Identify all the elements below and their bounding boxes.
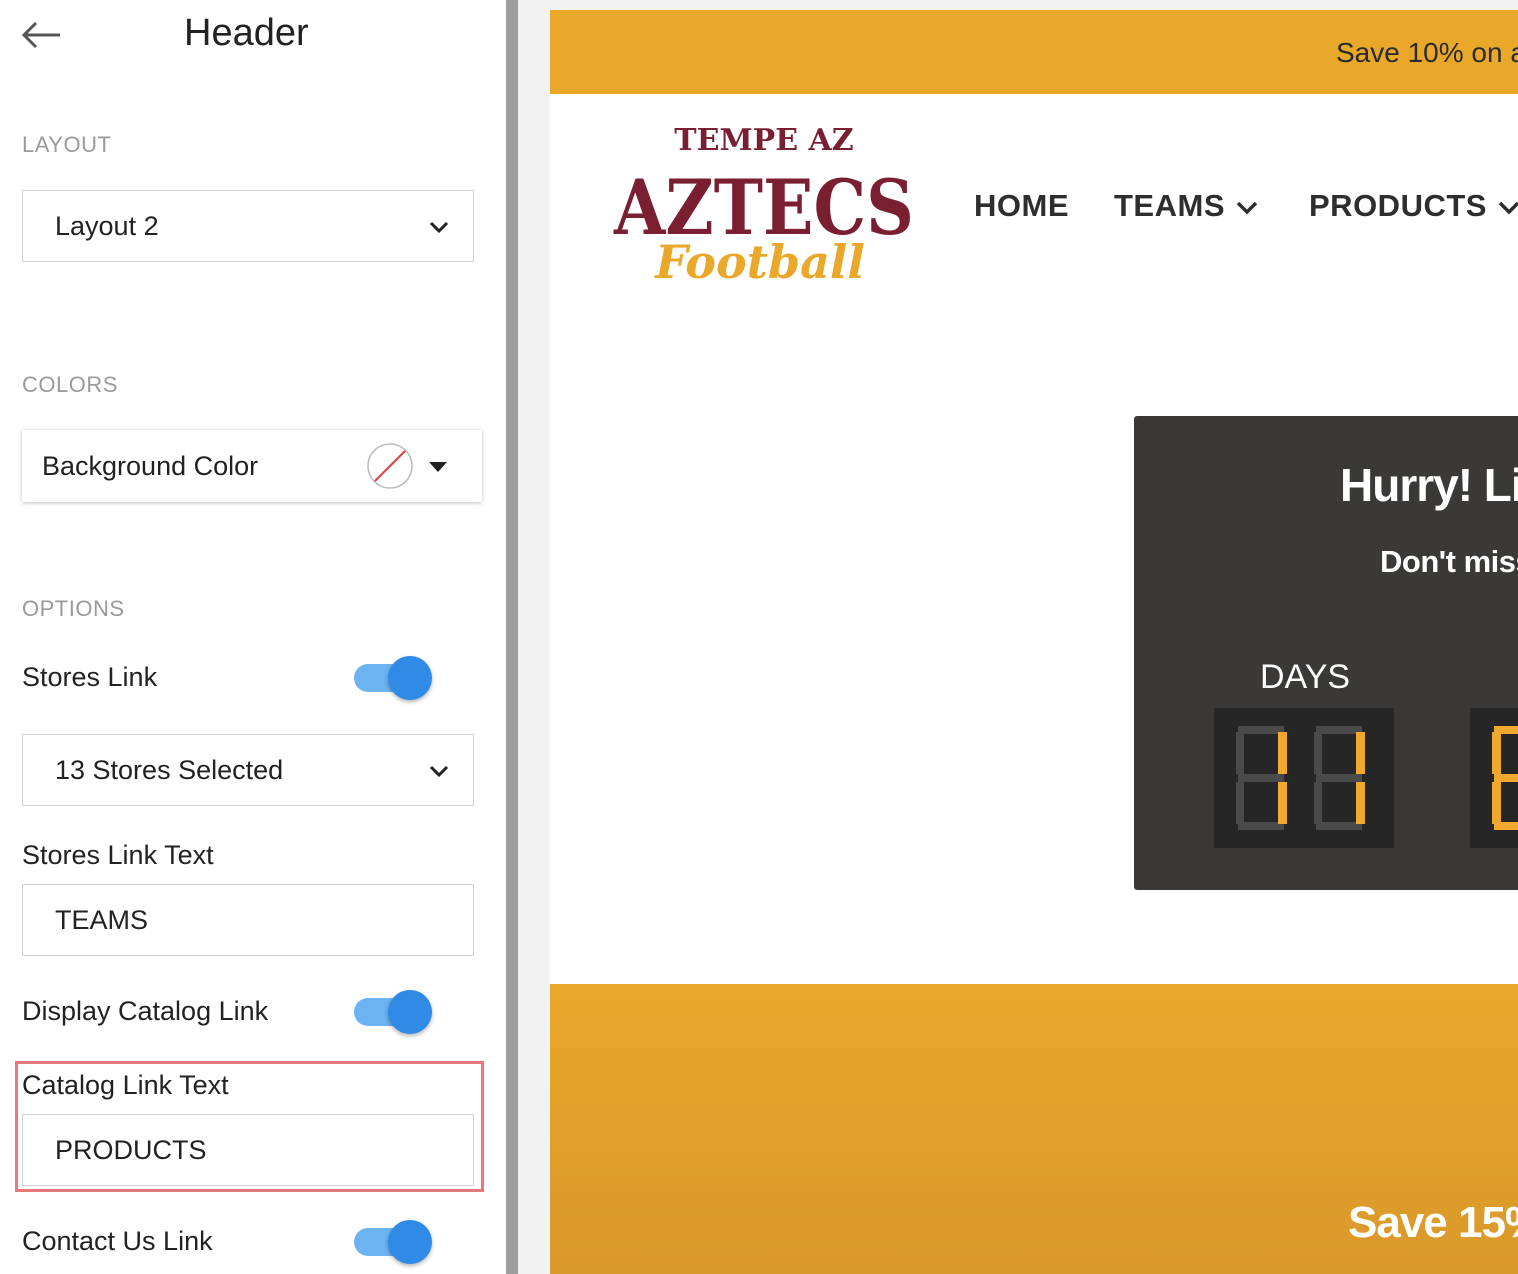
nav-home-label: HOME (974, 188, 1069, 223)
toggle-knob (388, 656, 432, 700)
stores-link-text-input[interactable] (22, 884, 474, 956)
catalog-link-text-label: Catalog Link Text (22, 1070, 229, 1100)
digit-2 (1314, 726, 1365, 830)
site-preview: Save 10% on a TEMPE AZ AZTECS Football H… (550, 0, 1518, 1274)
preview-top-gap (550, 0, 1518, 10)
stores-link-toggle[interactable] (354, 656, 438, 700)
days-digit-display (1214, 708, 1394, 848)
countdown-title: Hurry! Lir (1340, 459, 1518, 511)
layout-select[interactable]: Layout 2 (22, 190, 474, 262)
toggle-knob (388, 990, 432, 1034)
section-label-options: OPTIONS (22, 596, 125, 621)
logo-line1: TEMPE AZ (674, 123, 853, 158)
arrow-left-icon[interactable] (20, 18, 64, 52)
toggle-knob (388, 1220, 432, 1264)
chevron-down-icon (429, 765, 449, 778)
nav-teams[interactable]: TEAMS (1114, 188, 1259, 224)
display-catalog-link-label: Display Catalog Link (22, 996, 269, 1026)
digit-1 (1236, 726, 1287, 830)
stores-select-value: 13 Stores Selected (55, 755, 284, 785)
chevron-down-icon (1498, 201, 1518, 215)
countdown-days-label: DAYS (1260, 658, 1351, 696)
section-label-colors: COLORS (22, 372, 118, 397)
stores-select[interactable]: 13 Stores Selected (22, 734, 474, 806)
panel-divider[interactable] (506, 0, 518, 1274)
site-logo[interactable]: TEMPE AZ AZTECS Football (608, 118, 920, 298)
stores-link-label: Stores Link (22, 662, 158, 692)
seven-segment-digits-partial (1492, 726, 1518, 830)
nav-products[interactable]: PRODUCTS (1309, 188, 1518, 224)
no-color-swatch-icon (367, 443, 413, 489)
banner-text: Save 15% (1348, 1198, 1518, 1247)
nav-products-label: PRODUCTS (1309, 188, 1487, 223)
layout-select-value: Layout 2 (55, 211, 159, 241)
background-color-picker[interactable]: Background Color (22, 430, 482, 502)
panel-title: Header (184, 12, 309, 54)
nav-teams-label: TEAMS (1114, 188, 1225, 223)
countdown-subtitle: Don't miss (1380, 544, 1518, 579)
settings-panel: Header LAYOUT Layout 2 COLORS Background… (0, 0, 506, 1274)
logo-line3: Football (653, 235, 865, 289)
hours-digit-display (1470, 708, 1518, 848)
chevron-down-icon (429, 221, 449, 234)
caret-down-icon[interactable] (426, 460, 450, 474)
stores-link-text-label: Stores Link Text (22, 840, 214, 870)
countdown-widget: Hurry! Lir Don't miss DAYS (1134, 416, 1518, 890)
section-label-layout: LAYOUT (22, 132, 112, 157)
chevron-down-icon (1236, 201, 1258, 215)
promo-text: Save 10% on a (1336, 37, 1518, 68)
promo-bar: Save 10% on a (550, 10, 1518, 94)
display-catalog-link-toggle[interactable] (354, 990, 438, 1034)
seven-segment-digits (1236, 726, 1365, 830)
catalog-link-text-input[interactable] (22, 1114, 474, 1186)
preview-gutter (518, 0, 550, 1274)
background-color-label: Background Color (42, 451, 259, 481)
nav-home[interactable]: HOME (974, 188, 1069, 224)
contact-us-link-toggle[interactable] (354, 1220, 438, 1264)
contact-us-link-label: Contact Us Link (22, 1226, 213, 1256)
